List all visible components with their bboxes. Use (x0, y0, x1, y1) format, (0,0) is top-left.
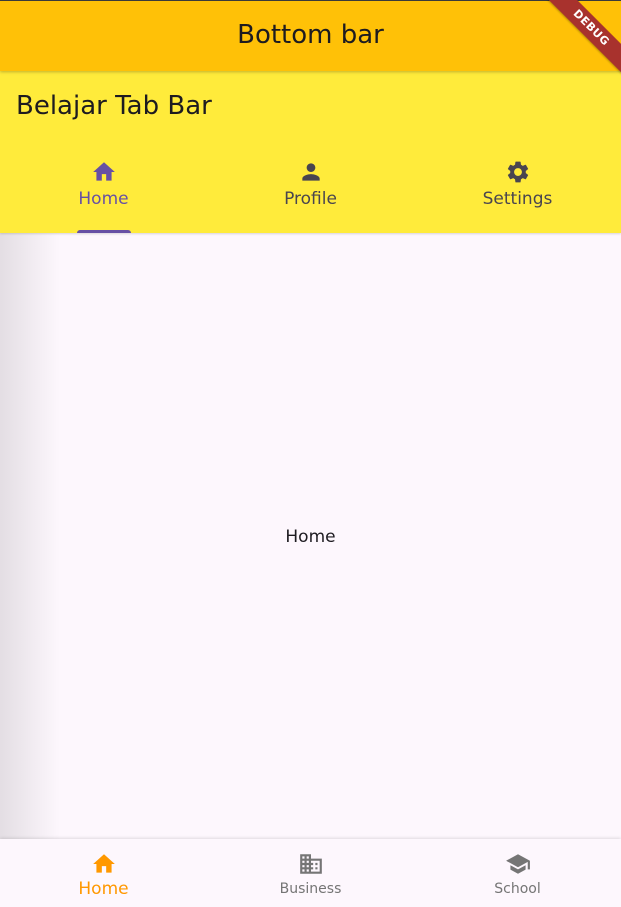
home-icon (91, 851, 117, 877)
tab-screen-title: Belajar Tab Bar (16, 91, 212, 121)
bottom-nav-school[interactable]: School (414, 839, 621, 907)
app-bar-title: Bottom bar (237, 20, 384, 50)
gear-icon (505, 159, 531, 185)
tab-profile[interactable]: Profile (207, 155, 414, 233)
tab-home[interactable]: Home (0, 155, 207, 233)
business-icon (298, 851, 324, 877)
tab-indicator (76, 230, 131, 233)
tab-content: Home (0, 233, 621, 839)
tab-screen-app-bar: Belajar Tab Bar Home Profile Settings (0, 71, 621, 233)
tab-home-label: Home (78, 189, 129, 209)
school-icon (505, 851, 531, 877)
main-app-bar: Bottom bar (0, 0, 621, 71)
bottom-nav-home-label: Home (78, 879, 129, 899)
tab-profile-label: Profile (284, 189, 337, 209)
home-icon (91, 159, 117, 185)
tab-settings[interactable]: Settings (414, 155, 621, 233)
content-text: Home (285, 527, 336, 547)
tab-bar: Home Profile Settings (0, 155, 621, 233)
bottom-nav-business[interactable]: Business (207, 839, 414, 907)
bottom-nav-home[interactable]: Home (0, 839, 207, 907)
bottom-nav-business-label: Business (279, 881, 342, 897)
bottom-nav-school-label: School (494, 881, 541, 897)
bottom-navigation-bar: Home Business School (0, 839, 621, 907)
tab-settings-label: Settings (482, 189, 553, 209)
person-icon (298, 159, 324, 185)
